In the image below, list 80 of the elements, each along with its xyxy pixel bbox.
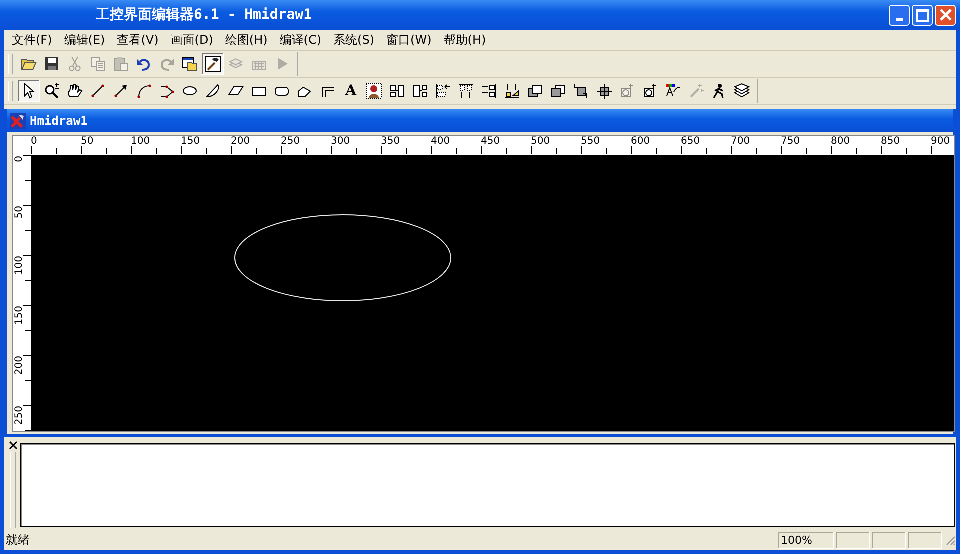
- bring-front-icon: [527, 83, 543, 99]
- menu-item[interactable]: 绘图(H): [219, 32, 274, 48]
- app-logo-icon: [10, 112, 26, 128]
- ruler-label: 250: [281, 136, 300, 147]
- status-pane: [908, 532, 942, 548]
- menu-item[interactable]: 查看(V): [111, 32, 165, 48]
- maximize-icon: [916, 8, 929, 22]
- ruler-label: 750: [781, 136, 800, 147]
- align-bottom-icon: [504, 83, 520, 99]
- send-back-icon: [550, 83, 566, 99]
- minimize-button[interactable]: [889, 4, 910, 26]
- ruler-label: 250: [14, 406, 25, 426]
- magic-wand-icon: [688, 83, 704, 99]
- undo-icon: [136, 56, 152, 72]
- layers-icon: [734, 83, 750, 99]
- ruler-label: 550: [581, 136, 600, 147]
- window-title: 工控界面编辑器6.1 - Hmidraw1: [96, 6, 312, 24]
- ruler-label: 0: [31, 136, 38, 147]
- menu-item[interactable]: 画面(D): [164, 32, 220, 48]
- ungroup-icon: [412, 83, 428, 99]
- ruler-label: 850: [881, 136, 900, 147]
- status-pane: [872, 532, 906, 548]
- ruler-label: 100: [14, 256, 25, 276]
- status-pane: [836, 532, 870, 548]
- menu-item[interactable]: 文件(F): [6, 32, 58, 48]
- polyline-icon: [159, 83, 175, 99]
- ruler-label: 300: [331, 136, 350, 147]
- ruler-label: 600: [631, 136, 650, 147]
- ruler-label: 200: [231, 136, 250, 147]
- clipboard-icon: [113, 56, 129, 72]
- close-icon: [940, 9, 952, 21]
- status-text: 就绪: [6, 532, 31, 548]
- menu-item[interactable]: 系统(S): [328, 32, 381, 48]
- ruler-label: 400: [431, 136, 450, 147]
- menu-item[interactable]: 编辑(E): [58, 32, 112, 48]
- ruler-label: 150: [14, 306, 25, 326]
- ruler-label: 50: [81, 136, 94, 147]
- magnifier-icon: [44, 83, 60, 99]
- toolbar-button[interactable]: A: [340, 80, 362, 102]
- zoom-level: 100%: [778, 532, 834, 548]
- resize-grip-icon: [944, 534, 956, 546]
- ruler-label: 150: [181, 136, 200, 147]
- ruler-label: 100: [131, 136, 150, 147]
- align-left-icon: [435, 83, 451, 99]
- group-icon: [389, 83, 405, 99]
- chord-icon: [205, 83, 221, 99]
- hand-icon: [67, 83, 83, 99]
- minimize-icon: [896, 18, 903, 20]
- ruler-label: 0: [14, 156, 25, 162]
- ruler-label: 500: [531, 136, 550, 147]
- portrait-icon: [366, 83, 382, 99]
- toolbar-button[interactable]: [18, 80, 40, 102]
- close-button[interactable]: [935, 4, 956, 26]
- arc-icon: [136, 83, 152, 99]
- ruler-label: 800: [831, 136, 850, 147]
- ruler-label: 900: [931, 136, 950, 147]
- pages-icon: [90, 56, 106, 72]
- menu-item[interactable]: 编译(C): [274, 32, 328, 48]
- document-title: Hmidraw1: [30, 114, 88, 128]
- ruler-label: 350: [381, 136, 400, 147]
- align-right-icon: [481, 83, 497, 99]
- palette-icon: [665, 83, 681, 99]
- ruler-label: 450: [481, 136, 500, 147]
- scissors-icon: [67, 56, 83, 72]
- maximize-button[interactable]: [912, 4, 933, 26]
- align-top-icon: [458, 83, 474, 99]
- ruler-label: 50: [14, 206, 25, 219]
- toolbar-button[interactable]: [202, 53, 224, 75]
- ruler-label: 650: [681, 136, 700, 147]
- crop-icon: [573, 83, 589, 99]
- line-icon: [90, 83, 106, 99]
- window-icon: [182, 56, 198, 72]
- hammer-icon: [205, 56, 221, 72]
- arrow-icon: [113, 83, 129, 99]
- menu-item[interactable]: 窗口(W): [380, 32, 438, 48]
- menu-item[interactable]: 帮助(H): [438, 32, 492, 48]
- ruler-label: 700: [731, 136, 750, 147]
- running-figure-icon: [711, 83, 727, 99]
- ruler-label: 200: [14, 356, 25, 376]
- close-icon: [8, 441, 18, 450]
